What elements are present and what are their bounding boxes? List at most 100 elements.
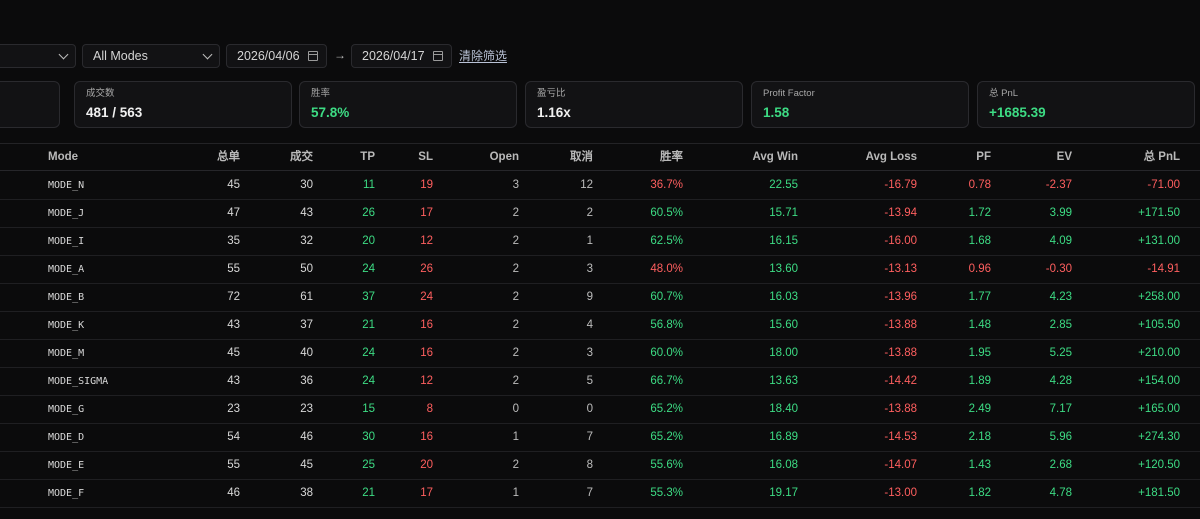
- date-to-input[interactable]: 2026/04/17: [351, 44, 452, 68]
- pf-cell: 1.77: [968, 291, 991, 303]
- column-header[interactable]: 胜率: [583, 144, 683, 171]
- winrate-cell: 55.3%: [650, 487, 683, 499]
- left-filter-select[interactable]: [0, 44, 76, 68]
- date-from-value: 2026/04/06: [237, 49, 300, 63]
- winrate-cell: 66.7%: [650, 375, 683, 387]
- mode-cell: MODE_K: [48, 320, 85, 331]
- stat-card-profit-factor: Profit Factor 1.58: [751, 81, 969, 128]
- ev-cell: 4.09: [1049, 235, 1072, 247]
- stat-card-total-pnl: 总 PnL +1685.39: [977, 81, 1195, 128]
- stat-value: 57.8%: [311, 105, 350, 120]
- avg-loss-cell: -13.96: [884, 291, 917, 303]
- table-row[interactable]: MODE_G 23 23 15 8 0 0 65.2% 18.40 -13.88 2.49 7.17 +…: [0, 396, 1200, 424]
- ev-cell: 7.17: [1049, 403, 1072, 415]
- table-row[interactable]: MODE_A 55 50 24 26 2 3 48.0% 13.60 -13.13 0.96 -0.3…: [0, 256, 1200, 284]
- column-header[interactable]: PF: [911, 144, 991, 171]
- cancel-cell: 3: [586, 263, 593, 275]
- cancel-cell: 8: [586, 459, 593, 471]
- winrate-cell: 48.0%: [650, 263, 683, 275]
- column-header[interactable]: 总 PnL: [1080, 144, 1180, 171]
- column-header[interactable]: 取消: [493, 144, 593, 171]
- stat-card-partial: [0, 81, 60, 128]
- avg-win-cell: 13.63: [769, 375, 798, 387]
- stat-card-winrate: 胜率 57.8%: [299, 81, 517, 128]
- avg-win-cell: 15.71: [769, 207, 798, 219]
- avg-loss-cell: -14.42: [884, 375, 917, 387]
- winrate-cell: 60.0%: [650, 347, 683, 359]
- mode-cell: MODE_I: [48, 236, 85, 247]
- table-row[interactable]: MODE_M 45 40 24 16 2 3 60.0% 18.00 -13.88 1.95 5.25…: [0, 340, 1200, 368]
- stat-label: 胜率: [311, 88, 331, 99]
- cancel-cell: 0: [586, 403, 593, 415]
- stat-value: +1685.39: [989, 105, 1046, 120]
- clear-filters-link[interactable]: 清除筛选: [459, 44, 507, 68]
- date-to-value: 2026/04/17: [362, 49, 425, 63]
- table-row[interactable]: MODE_B 72 61 37 24 2 9 60.7% 16.03 -13.96 1.77 4.23…: [0, 284, 1200, 312]
- sl-cell: 12: [420, 235, 433, 247]
- avg-loss-cell: -13.13: [884, 263, 917, 275]
- table-row[interactable]: MODE_SIGMA 43 36 24 12 2 5 66.7% 13.63 -14.42 1.89…: [0, 368, 1200, 396]
- column-header[interactable]: Mode: [48, 144, 78, 171]
- sl-cell: 20: [420, 459, 433, 471]
- table-row[interactable]: MODE_F 46 38 21 17 1 7 55.3% 19.17 -13.00 1.82 4.78…: [0, 480, 1200, 508]
- mode-cell: MODE_D: [48, 432, 85, 443]
- sl-cell: 16: [420, 319, 433, 331]
- avg-win-cell: 19.17: [769, 487, 798, 499]
- table-header-row: Mode 总单 成交 TP SL Open 取消 胜率 Avg Win Avg …: [0, 144, 1200, 171]
- total-pnl-cell: +181.50: [1138, 487, 1180, 499]
- column-header[interactable]: Avg Loss: [817, 144, 917, 171]
- table-row[interactable]: MODE_E 55 45 25 20 2 8 55.6% 16.08 -14.07 1.43 2.68…: [0, 452, 1200, 480]
- mode-cell: MODE_F: [48, 488, 85, 499]
- total-pnl-cell: +154.00: [1138, 375, 1180, 387]
- sl-cell: 12: [420, 375, 433, 387]
- total-pnl-cell: +274.30: [1138, 431, 1180, 443]
- column-header[interactable]: EV: [992, 144, 1072, 171]
- avg-loss-cell: -16.00: [884, 235, 917, 247]
- mode-select-value: All Modes: [93, 49, 148, 63]
- stat-card-payoff-ratio: 盈亏比 1.16x: [525, 81, 743, 128]
- stat-value: 481 / 563: [86, 105, 143, 120]
- pf-cell: 0.96: [968, 263, 991, 275]
- stat-label: 总 PnL: [989, 88, 1019, 99]
- table-row[interactable]: MODE_J 47 43 26 17 2 2 60.5% 15.71 -13.94 1.72 3.99…: [0, 200, 1200, 228]
- sl-cell: 17: [420, 487, 433, 499]
- avg-loss-cell: -13.00: [884, 487, 917, 499]
- avg-loss-cell: -14.07: [884, 459, 917, 471]
- pf-cell: 1.95: [968, 347, 991, 359]
- cancel-cell: 9: [586, 291, 593, 303]
- calendar-icon[interactable]: [308, 51, 318, 61]
- mode-cell: MODE_G: [48, 404, 85, 415]
- column-header[interactable]: SL: [333, 144, 433, 171]
- total-pnl-cell: +258.00: [1138, 291, 1180, 303]
- sl-cell: 17: [420, 207, 433, 219]
- avg-win-cell: 18.00: [769, 347, 798, 359]
- calendar-icon[interactable]: [433, 51, 443, 61]
- sl-cell: 8: [426, 403, 433, 415]
- date-from-input[interactable]: 2026/04/06: [226, 44, 327, 68]
- winrate-cell: 60.5%: [650, 207, 683, 219]
- column-header[interactable]: Avg Win: [698, 144, 798, 171]
- avg-loss-cell: -14.53: [884, 431, 917, 443]
- avg-loss-cell: -13.94: [884, 207, 917, 219]
- cancel-cell: 7: [586, 431, 593, 443]
- pf-cell: 1.89: [968, 375, 991, 387]
- table-row[interactable]: MODE_N 45 30 11 19 3 12 36.7% 22.55 -16.79 0.78 -2.…: [0, 172, 1200, 200]
- winrate-cell: 62.5%: [650, 235, 683, 247]
- ev-cell: -2.37: [1045, 179, 1072, 191]
- table-row[interactable]: MODE_K 43 37 21 16 2 4 56.8% 15.60 -13.88 1.48 2.85…: [0, 312, 1200, 340]
- total-pnl-cell: -71.00: [1147, 179, 1180, 191]
- mode-select[interactable]: All Modes: [82, 44, 220, 68]
- avg-loss-cell: -13.88: [884, 403, 917, 415]
- stat-label: 盈亏比: [537, 88, 566, 99]
- pf-cell: 1.68: [968, 235, 991, 247]
- mode-cell: MODE_B: [48, 292, 85, 303]
- ev-cell: 2.68: [1049, 459, 1072, 471]
- table-row[interactable]: MODE_D 54 46 30 16 1 7 65.2% 16.89 -14.53 2.18 5.96…: [0, 424, 1200, 452]
- pf-cell: 1.72: [968, 207, 991, 219]
- cancel-cell: 1: [586, 235, 593, 247]
- pf-cell: 2.49: [968, 403, 991, 415]
- table-row[interactable]: MODE_I 35 32 20 12 2 1 62.5% 16.15 -16.00 1.68 4.09…: [0, 228, 1200, 256]
- sl-cell: 24: [420, 291, 433, 303]
- stat-label: 成交数: [86, 88, 115, 99]
- winrate-cell: 65.2%: [650, 403, 683, 415]
